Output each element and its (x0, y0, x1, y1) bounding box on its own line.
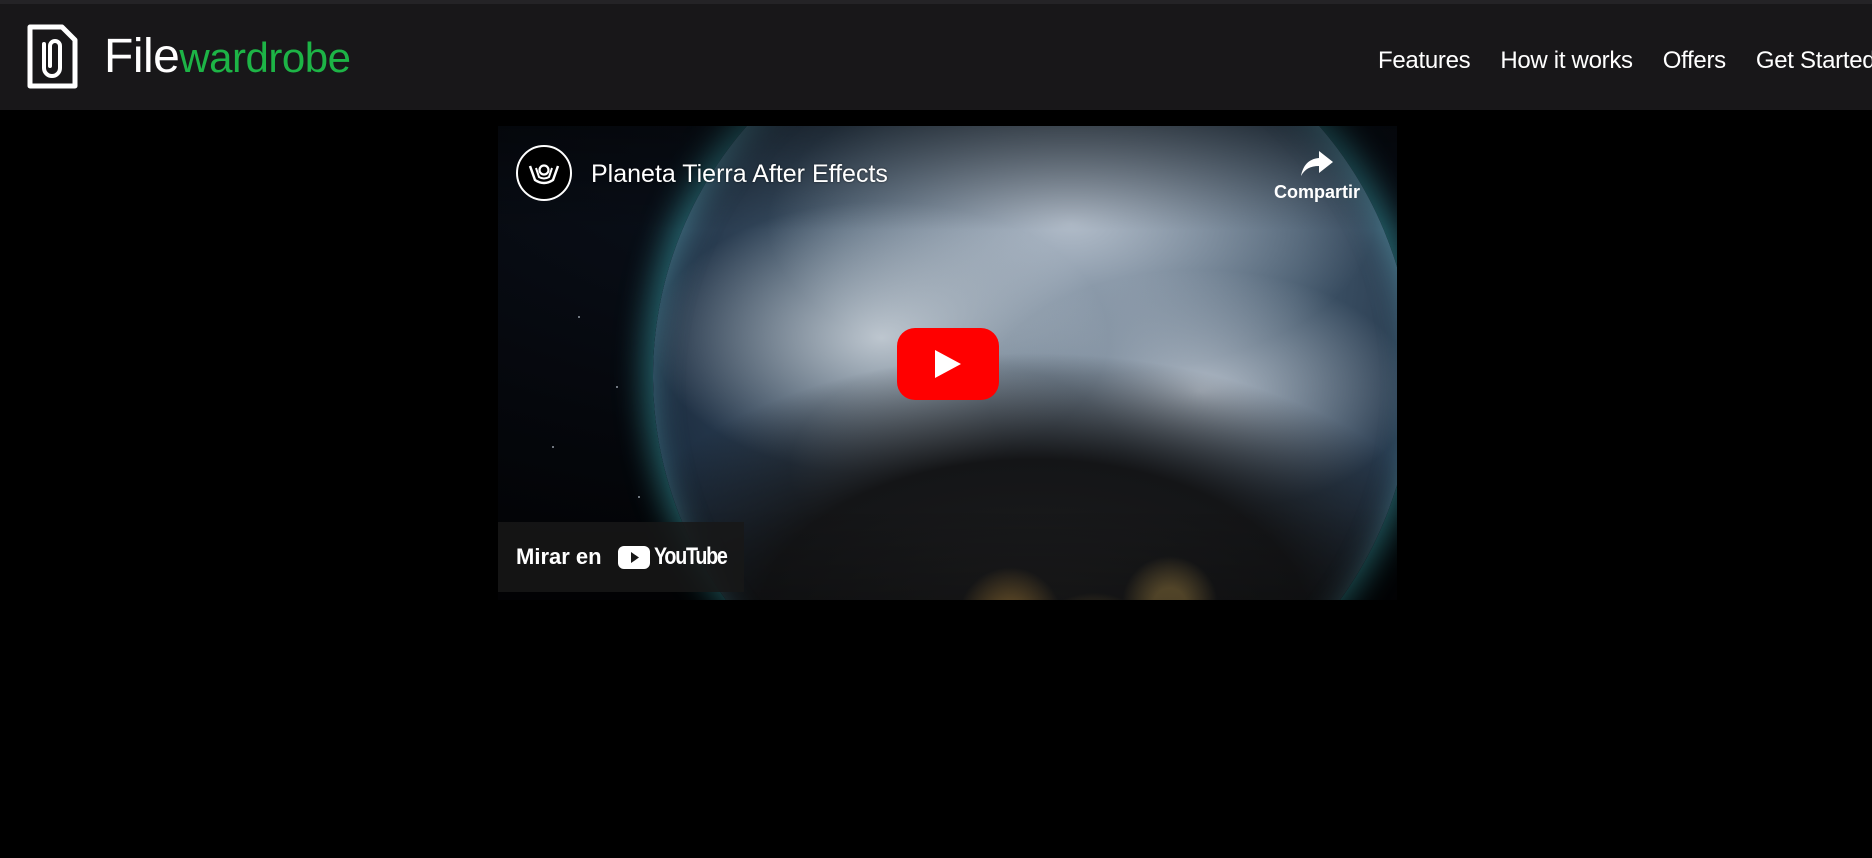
play-icon (935, 350, 961, 378)
channel-logo-icon (528, 164, 560, 185)
nav-offers[interactable]: Offers (1663, 47, 1726, 75)
youtube-wordmark: YouTube (653, 543, 728, 570)
share-arrow-icon (1301, 151, 1333, 176)
brand-part-1: File (104, 30, 180, 83)
star (616, 386, 618, 388)
brand-name: Filewardrobe (104, 30, 351, 83)
youtube-embed[interactable]: Planeta Tierra After Effects Compartir M… (498, 126, 1397, 600)
paperclip-file-icon (27, 24, 78, 89)
nav-how-it-works[interactable]: How it works (1500, 47, 1633, 75)
watch-on-label: Mirar en (516, 544, 602, 569)
share-label: Compartir (1273, 182, 1360, 202)
nav-features[interactable]: Features (1378, 47, 1471, 75)
star (638, 496, 640, 498)
brand-part-2: wardrobe (179, 34, 351, 81)
watch-on-youtube-button[interactable]: Mirar en YouTube (498, 522, 744, 592)
top-navbar: Filewardrobe Features How it works Offer… (0, 0, 1872, 110)
site-logo[interactable]: Filewardrobe (26, 24, 351, 90)
nav-get-started[interactable]: Get Started (1756, 47, 1872, 75)
youtube-play-logo-icon (617, 545, 650, 569)
youtube-logo: YouTube (617, 543, 743, 571)
star (578, 316, 580, 318)
video-title[interactable]: Planeta Tierra After Effects (591, 160, 888, 189)
main-nav: Features How it works Offers Get Started (1378, 47, 1872, 75)
play-button[interactable] (897, 328, 999, 400)
channel-avatar-icon[interactable] (516, 145, 572, 201)
star (552, 446, 554, 448)
share-button[interactable]: Compartir (1267, 148, 1367, 203)
